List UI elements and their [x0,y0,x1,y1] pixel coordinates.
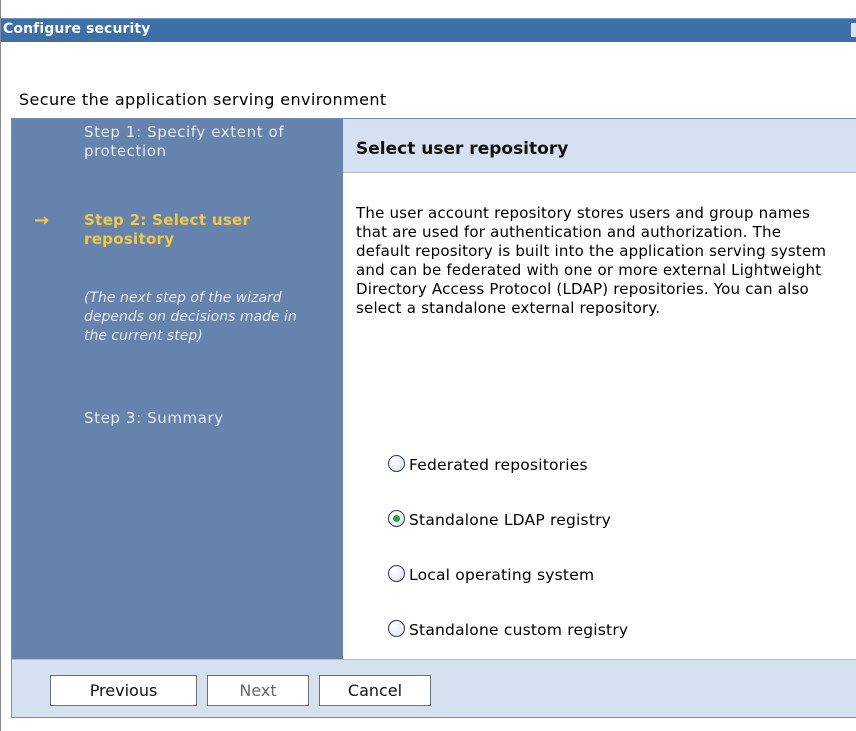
radio-button[interactable] [388,620,405,637]
option-label: Local operating system [409,566,595,584]
minimize-icon[interactable] [851,23,856,37]
content-header: Select user repository [343,119,856,173]
step-3-label: Step 3: Summary [84,409,224,427]
option-label: Standalone LDAP registry [409,511,612,529]
radio-button[interactable] [388,565,405,582]
radio-button-selected[interactable] [388,510,405,527]
current-step-arrow-icon: → [34,210,50,231]
content-title: Select user repository [356,139,569,159]
option-label: Federated repositories [409,456,588,474]
wizard-steps-sidebar: Step 1: Specify extent of protection → S… [12,119,343,659]
window-title: Configure security [3,21,151,37]
previous-button[interactable]: Previous [50,675,197,706]
step-note: (The next step of the wizard depends on … [84,290,297,344]
step-1-label: Step 1: Specify extent of protection [84,123,285,160]
step-content: Select user repository The user account … [343,119,856,659]
step-2-label: Step 2: Select user repository [84,211,251,248]
wizard-panel: Step 1: Specify extent of protection → S… [11,118,856,718]
title-bar: Configure security [1,18,856,42]
wizard-footer: Previous Next Cancel [12,659,856,717]
page-subtitle: Secure the application serving environme… [19,90,387,109]
option-label: Standalone custom registry [409,621,629,639]
next-button[interactable]: Next [207,675,309,706]
window-frame: Configure security Secure the applicatio… [0,0,856,731]
repository-description: The user account repository stores users… [356,204,827,317]
radio-button[interactable] [388,455,405,472]
cancel-button[interactable]: Cancel [319,675,431,706]
